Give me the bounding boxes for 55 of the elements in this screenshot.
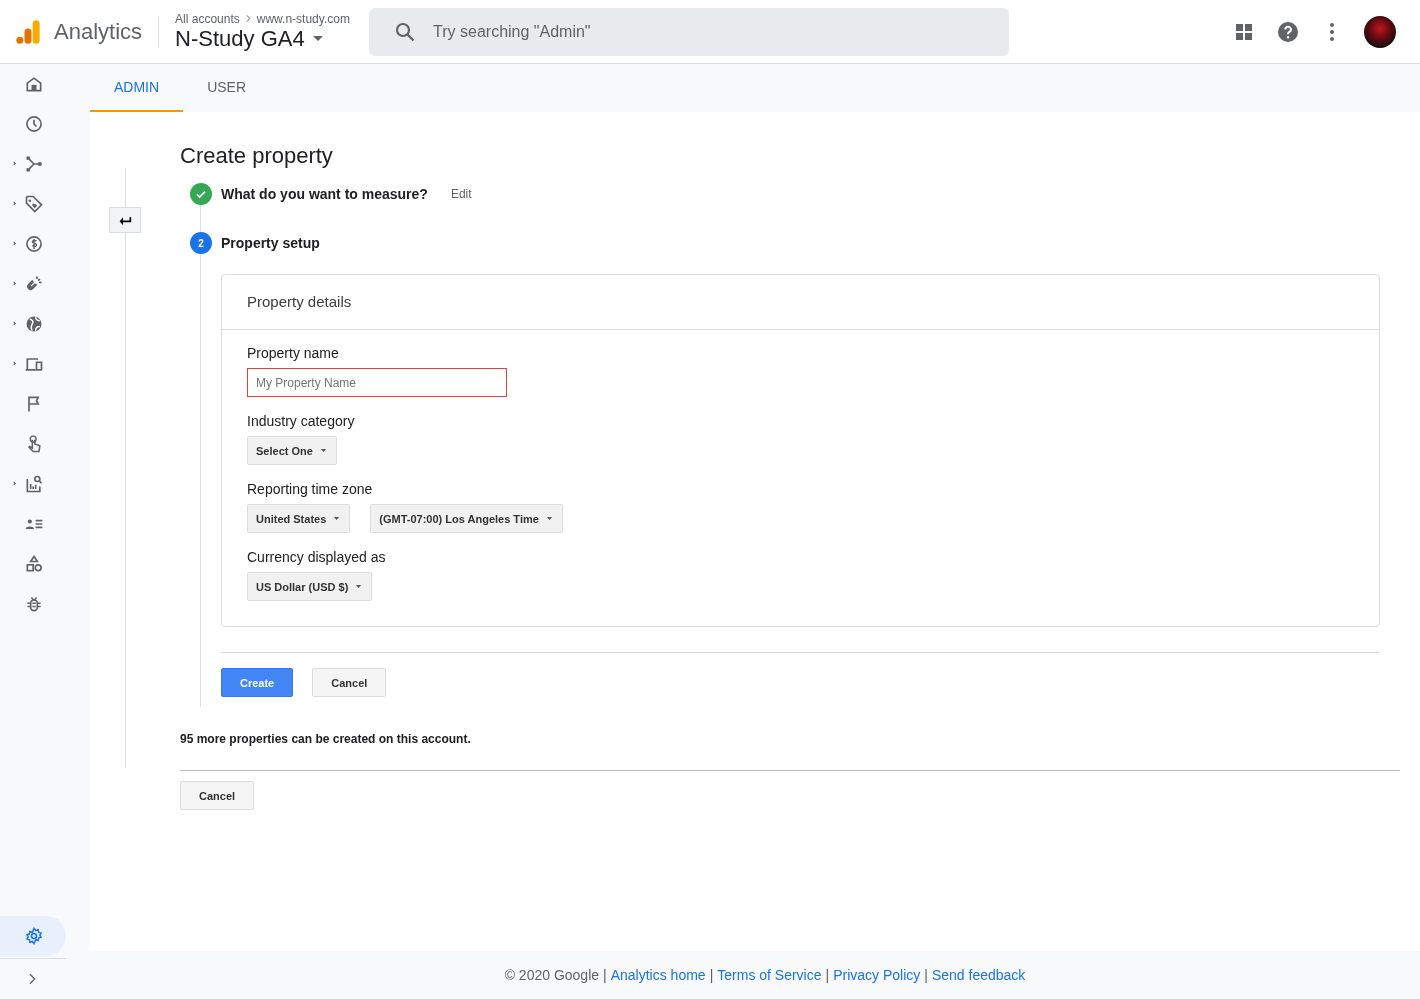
footer-link[interactable]: Privacy Policy [833,967,921,983]
footer-link[interactable]: Terms of Service [717,967,822,983]
dollar-icon [24,234,44,254]
dropdown-caret-icon [318,446,328,455]
page-title: Create property [180,143,334,169]
admin-settings-item[interactable] [0,916,66,956]
properties-remaining-note: 95 more properties can be created on this account. [180,732,472,746]
field-label: Property name [247,345,340,361]
step-title: Property setup [221,235,320,251]
copyright-text: © 2020 Google [504,967,600,983]
globe-icon [24,314,44,334]
separator: | [924,967,928,983]
footer-link[interactable]: Analytics home [610,967,706,983]
input-field[interactable]: My Property Name [247,368,507,397]
back-button[interactable] [109,207,141,233]
report-search-icon [24,474,44,494]
separator: | [825,967,830,983]
cancel-button[interactable]: Cancel [312,668,387,697]
field-label: Reporting time zone [247,481,374,497]
avatar[interactable] [1364,15,1396,48]
dropdown-select[interactable]: (GMT-07:00) Los Angeles Time [370,504,563,533]
field-label: Industry category [247,413,356,429]
bug-icon [24,594,44,614]
settings-icon [24,926,44,946]
dropdown-caret-icon [354,582,364,591]
dropdown-caret-icon [312,36,323,41]
analytics-logo-icon [14,17,42,46]
step-title: What do you want to measure? [221,186,428,202]
dropdown-select[interactable]: Select One [247,436,337,465]
dropdown-caret-icon [544,514,554,523]
cancel-button[interactable]: Cancel [180,781,255,810]
breadcrumb-link[interactable]: www.n-study.com [256,11,350,26]
property-selector[interactable]: N-Study GA4 [175,25,370,52]
search-field[interactable]: Try searching "Admin" [369,7,1010,56]
dropdown-select[interactable]: United States [247,504,351,533]
shapes-icon [24,554,44,574]
clock-icon [24,114,44,134]
home-icon [24,74,44,94]
edit-link[interactable]: Edit [450,187,472,201]
dropdown-select[interactable]: US Dollar (USD $) [247,572,373,601]
create-button[interactable]: Create [221,668,294,697]
dropdown-caret-icon [332,514,342,523]
step-number-badge: 2 [190,232,212,254]
tag-icon [24,194,44,214]
breadcrumb-link[interactable]: All accounts [175,11,240,26]
card-title: Property details [222,275,1379,330]
product-name: Analytics [54,15,160,48]
field-label: Currency displayed as [247,549,387,565]
help-icon[interactable] [1276,19,1300,44]
separator: | [709,967,714,983]
tab[interactable]: USER [183,64,271,112]
footer-link[interactable]: Send feedback [931,967,1026,983]
tab[interactable]: ADMIN [90,64,184,112]
branch-icon [24,154,44,174]
separator: | [603,967,607,983]
